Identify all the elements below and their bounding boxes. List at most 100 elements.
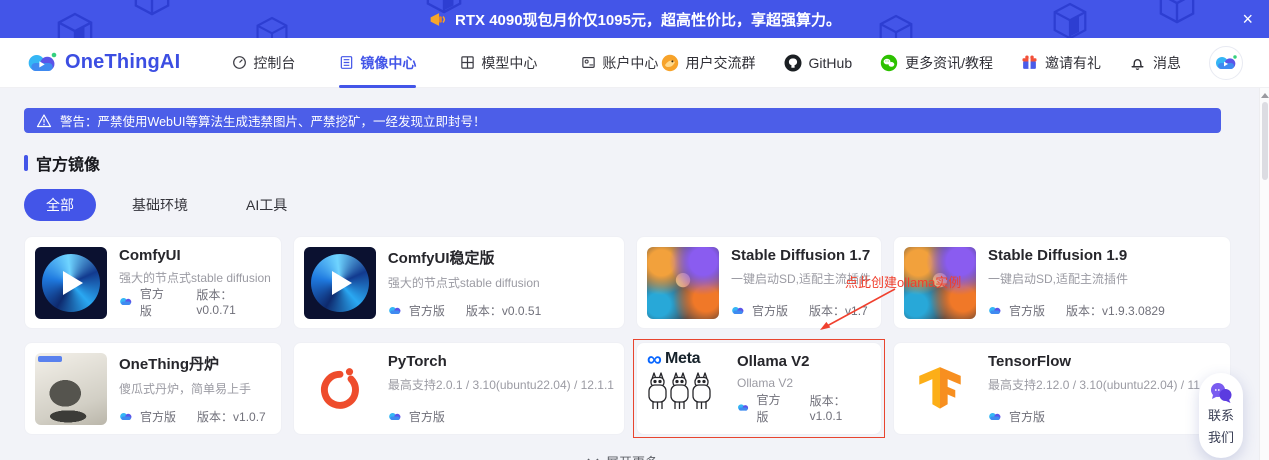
nav-utilities: 用户交流群 GitHub 更多资讯/教程 邀请有礼 消息 [661, 46, 1243, 80]
card-description: 一键启动SD,适配主流插件 [988, 270, 1220, 287]
page-content: 警告：严禁使用WebUI等算法生成违禁图片、严禁挖矿，一经发现立即封号！ 官方镜… [0, 88, 1269, 460]
card-thumbnail: ∞ Meta [647, 349, 725, 429]
promo-text: RTX 4090现包月价仅1095元，超高性价比，享超强算力。 [455, 9, 841, 30]
user-avatar[interactable] [1209, 46, 1243, 80]
meta-infinity-icon: ∞ [647, 349, 662, 370]
version-text: 版本：v1.7 [809, 302, 868, 319]
meta-brand-text: Meta [665, 351, 700, 367]
cube-decoration [255, 16, 289, 38]
dashboard-icon [232, 55, 247, 70]
nav-link-label: 更多资讯/教程 [905, 53, 993, 73]
gift-icon [1021, 54, 1038, 71]
card-title: OneThing丹炉 [119, 353, 271, 374]
card-description: 强大的节点式stable diffusion [119, 269, 271, 285]
nav-item-label: 模型中心 [481, 53, 537, 73]
official-cloud-icon [737, 402, 750, 413]
card-title: Ollama V2 [737, 353, 871, 370]
image-card-comfyui-stable[interactable]: ComfyUI稳定版 强大的节点式stable diffusion 官方版 版本… [293, 236, 625, 329]
version-text: 版本：v0.0.71 [196, 286, 270, 317]
card-description: 傻瓜式丹炉，简单易上手 [119, 380, 271, 397]
image-card-onething-danlu[interactable]: OneThing丹炉 傻瓜式丹炉，简单易上手 官方版 版本：v1.0.7 [24, 342, 282, 435]
card-thumbnail [304, 247, 376, 319]
image-card-comfyui[interactable]: ComfyUI 强大的节点式stable diffusion 官方版 版本：v0… [24, 236, 282, 329]
contact-label-line1: 联系 [1208, 407, 1234, 426]
account-card-icon [581, 55, 596, 70]
image-card-pytorch[interactable]: PyTorch 最高支持2.0.1 / 3.10(ubuntu22.04) / … [293, 342, 625, 435]
image-card-sd17[interactable]: Stable Diffusion 1.7 一键启动SD,适配主流插件 官方版 版… [636, 236, 882, 329]
card-thumbnail [35, 247, 107, 319]
invite-reward-link[interactable]: 邀请有礼 [1021, 53, 1101, 73]
tensorflow-icon [918, 365, 962, 413]
qq-group-icon [661, 54, 679, 72]
top-nav: OneThingAI 控制台 镜像中心 模型中心 账户中心 用户交流群 GitH… [0, 38, 1269, 88]
nav-item-label: 账户中心 [602, 53, 658, 73]
card-description: 一键启动SD,适配主流插件 [731, 270, 871, 287]
user-group-link[interactable]: 用户交流群 [661, 53, 756, 73]
cube-decoration [56, 12, 94, 38]
cube-decoration [133, 0, 171, 18]
card-meta: 官方版 版本：v1.0.1 [737, 391, 871, 425]
nav-item-account-center[interactable]: 账户中心 [581, 38, 658, 88]
official-cloud-icon [388, 411, 402, 422]
nav-link-label: 邀请有礼 [1045, 53, 1101, 73]
official-cloud-icon [119, 296, 133, 307]
logo-text: OneThingAI [65, 51, 180, 74]
official-badge: 官方版 [1009, 302, 1045, 319]
card-meta: 官方版 版本：v0.0.51 [388, 302, 614, 319]
grid-icon [460, 55, 475, 70]
messages-link[interactable]: 消息 [1129, 53, 1181, 73]
card-title: ComfyUI稳定版 [388, 247, 614, 268]
logo[interactable]: OneThingAI [26, 50, 180, 76]
tab-ai-tools[interactable]: AI工具 [224, 189, 309, 221]
contact-us-widget[interactable]: 联系 我们 [1199, 373, 1243, 458]
tab-all[interactable]: 全部 [24, 189, 96, 221]
contact-chat-icon [1209, 382, 1233, 404]
official-cloud-icon [388, 305, 402, 316]
github-link[interactable]: GitHub [784, 54, 853, 72]
card-description: Ollama V2 [737, 376, 871, 390]
title-accent-bar [24, 155, 28, 171]
warning-bar: 警告：严禁使用WebUI等算法生成违禁图片、严禁挖矿，一经发现立即封号！ [24, 108, 1221, 133]
expand-more-button[interactable]: 展开更多 [24, 452, 1221, 460]
nav-item-model-center[interactable]: 模型中心 [460, 38, 537, 88]
official-badge: 官方版 [1009, 408, 1045, 425]
version-text: 版本：v1.0.1 [810, 392, 871, 423]
image-card-tensorflow[interactable]: TensorFlow 最高支持2.12.0 / 3.10(ubuntu22.04… [893, 342, 1231, 435]
nav-item-console[interactable]: 控制台 [232, 38, 295, 88]
image-card-sd19[interactable]: Stable Diffusion 1.9 一键启动SD,适配主流插件 官方版 版… [893, 236, 1231, 329]
section-title-text: 官方镜像 [36, 151, 100, 175]
card-title: ComfyUI [119, 247, 271, 263]
scrollbar-thumb[interactable] [1262, 102, 1268, 180]
official-badge: 官方版 [140, 285, 176, 319]
banner-close-icon[interactable]: × [1242, 10, 1253, 28]
llamas-illustration [647, 370, 713, 416]
card-thumbnail [647, 247, 719, 319]
expand-more-label: 展开更多 [606, 452, 658, 460]
avatar-cloud-icon [1214, 53, 1238, 73]
image-card-ollama-v2[interactable]: ∞ Meta [636, 342, 882, 435]
official-badge: 官方版 [140, 408, 176, 425]
card-description: 最高支持2.12.0 / 3.10(ubuntu22.04) / 11.8.0 [988, 376, 1220, 393]
nav-link-label: 消息 [1153, 53, 1181, 73]
nav-link-label: GitHub [809, 55, 853, 71]
card-meta: 官方版 [988, 408, 1220, 425]
card-description: 强大的节点式stable diffusion [388, 274, 614, 291]
version-text: 版本：v1.9.3.0829 [1066, 302, 1165, 319]
card-description: 最高支持2.0.1 / 3.10(ubuntu22.04) / 12.1.1 [388, 376, 614, 393]
wechat-icon [880, 54, 898, 72]
pytorch-flame-icon [317, 364, 363, 414]
cube-decoration [1158, 0, 1196, 26]
nav-item-image-center[interactable]: 镜像中心 [339, 38, 416, 88]
card-title: PyTorch [388, 353, 614, 370]
vertical-scrollbar[interactable] [1259, 88, 1269, 460]
official-badge: 官方版 [756, 391, 788, 425]
tab-base-env[interactable]: 基础环境 [110, 189, 210, 221]
nav-link-label: 用户交流群 [686, 53, 756, 73]
more-info-link[interactable]: 更多资讯/教程 [880, 53, 993, 73]
scrollbar-up-icon[interactable] [1261, 93, 1269, 98]
contact-label-line2: 我们 [1208, 429, 1234, 448]
version-text: 版本：v0.0.51 [466, 302, 541, 319]
card-thumbnail [304, 353, 376, 425]
warning-text: 警告：严禁使用WebUI等算法生成违禁图片、严禁挖矿，一经发现立即封号！ [60, 111, 485, 130]
card-thumbnail [904, 353, 976, 425]
